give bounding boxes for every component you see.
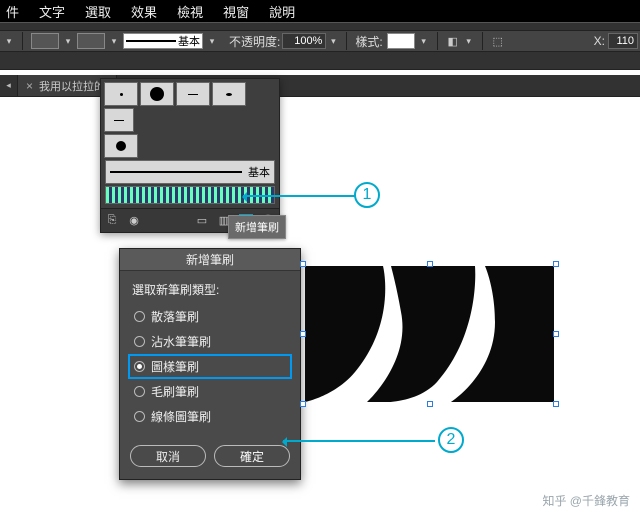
- annotation-arrow-1: [243, 195, 355, 197]
- tab-arrow[interactable]: ◂: [0, 75, 18, 96]
- tab-title: 我用以拉拉的.: [39, 78, 108, 94]
- menu-item[interactable]: 檢視: [177, 2, 203, 21]
- chevron-down-icon[interactable]: ▾: [464, 36, 474, 46]
- watermark: 知乎 @千鋒教育: [542, 492, 630, 509]
- align-icon[interactable]: ◧: [446, 34, 460, 48]
- resize-handle[interactable]: [427, 401, 433, 407]
- close-icon[interactable]: ×: [26, 79, 33, 93]
- brush-swatch[interactable]: [104, 82, 138, 106]
- radio-art-brush[interactable]: 線條圖筆刷: [132, 404, 288, 429]
- selected-artwork[interactable]: [305, 266, 554, 402]
- annotation-badge-1: 1: [354, 182, 380, 208]
- brush-swatch[interactable]: [176, 82, 210, 106]
- cancel-button[interactable]: 取消: [130, 445, 206, 467]
- brush-selector[interactable]: 基本: [123, 33, 203, 49]
- annotation-badge-2: 2: [438, 427, 464, 453]
- transform-icon[interactable]: ⬚: [491, 34, 505, 48]
- chevron-down-icon[interactable]: ▾: [328, 36, 338, 46]
- brush-swatch[interactable]: [140, 82, 174, 106]
- menu-item[interactable]: 效果: [131, 2, 157, 21]
- menu-item[interactable]: 說明: [269, 2, 295, 21]
- brush-swatch[interactable]: [104, 134, 138, 158]
- stroke-swatch[interactable]: [77, 33, 105, 49]
- chevron-down-icon[interactable]: ▾: [63, 36, 73, 46]
- resize-handle[interactable]: [553, 401, 559, 407]
- new-brush-dialog: 新增筆刷 選取新筆刷類型: 散落筆刷 沾水筆筆刷 圖樣筆刷 毛刷筆刷 線條圖筆刷…: [119, 248, 301, 480]
- resize-handle[interactable]: [300, 331, 306, 337]
- tooltip-new-brush: 新增筆刷: [228, 215, 286, 239]
- resize-handle[interactable]: [300, 401, 306, 407]
- chevron-down-icon[interactable]: ▾: [4, 36, 14, 46]
- resize-handle[interactable]: [553, 261, 559, 267]
- brush-swatch[interactable]: [212, 82, 246, 106]
- x-value[interactable]: 110: [608, 33, 638, 49]
- brush-basic[interactable]: 基本: [105, 160, 275, 184]
- style-swatch[interactable]: [387, 33, 415, 49]
- style-label: 樣式:: [355, 33, 382, 50]
- brushes-panel: 基本 ⎘ ◉ ▭ ▥ ⊞ 🗑: [100, 78, 280, 233]
- radio-scatter-brush[interactable]: 散落筆刷: [132, 304, 288, 329]
- resize-handle[interactable]: [300, 261, 306, 267]
- menubar: 件 文字 選取 效果 檢視 視窗 說明: [0, 0, 640, 22]
- chevron-down-icon[interactable]: ▾: [207, 36, 217, 46]
- menu-item[interactable]: 選取: [85, 2, 111, 21]
- cc-icon[interactable]: ◉: [127, 214, 141, 228]
- resize-handle[interactable]: [553, 331, 559, 337]
- resize-handle[interactable]: [427, 261, 433, 267]
- dialog-label: 選取新筆刷類型:: [132, 281, 288, 298]
- ok-button[interactable]: 確定: [214, 445, 290, 467]
- annotation-arrow-2: [283, 440, 435, 442]
- library-icon[interactable]: ⎘: [105, 214, 119, 228]
- menu-item[interactable]: 視窗: [223, 2, 249, 21]
- radio-pattern-brush[interactable]: 圖樣筆刷: [128, 354, 292, 379]
- opacity-value[interactable]: 100%: [282, 33, 326, 49]
- selection-bounds: [303, 264, 556, 404]
- opacity-label: 不透明度:: [229, 33, 280, 50]
- x-label: X:: [594, 34, 605, 48]
- chevron-down-icon[interactable]: ▾: [419, 36, 429, 46]
- options-bar: ▾ ▾ ▾ 基本 ▾ 不透明度: 100% ▾ 樣式: ▾ ◧ ▾ ⬚ X: 1…: [0, 30, 640, 52]
- fill-swatch[interactable]: [31, 33, 59, 49]
- panel-menu-icon[interactable]: ▭: [195, 214, 209, 228]
- radio-bristle-brush[interactable]: 毛刷筆刷: [132, 379, 288, 404]
- document-tabs: ◂ × 我用以拉拉的.: [0, 75, 640, 97]
- radio-calligraphic-brush[interactable]: 沾水筆筆刷: [132, 329, 288, 354]
- chevron-down-icon[interactable]: ▾: [109, 36, 119, 46]
- menu-item[interactable]: 件: [6, 2, 19, 21]
- brush-swatch[interactable]: [104, 108, 134, 132]
- dialog-title: 新增筆刷: [120, 249, 300, 271]
- menu-item[interactable]: 文字: [39, 2, 65, 21]
